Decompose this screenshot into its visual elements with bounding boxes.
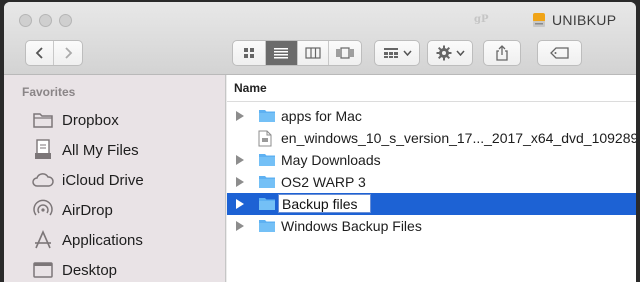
- list-view-button[interactable]: [265, 41, 298, 65]
- file-list: Name apps for Mac en_windows_10_s_versio…: [227, 75, 636, 282]
- arrange-button[interactable]: [374, 40, 420, 66]
- share-button[interactable]: [483, 40, 521, 66]
- list-row-may-downloads[interactable]: May Downloads: [227, 149, 636, 171]
- file-name: May Downloads: [281, 152, 381, 168]
- window-title: UNIBKUP: [532, 11, 616, 29]
- desktop-icon: [32, 259, 54, 281]
- folder-icon: [258, 196, 276, 216]
- folder-icon: [258, 218, 276, 238]
- sidebar-item-applications[interactable]: Applications: [4, 227, 225, 253]
- sidebar-item-label: AirDrop: [62, 201, 113, 219]
- chevron-left-icon: [35, 47, 43, 59]
- column-view-button[interactable]: [298, 41, 329, 65]
- tag-icon: [549, 47, 569, 59]
- disclosure-triangle-icon[interactable]: [236, 155, 244, 165]
- back-button[interactable]: [26, 41, 55, 65]
- sidebar: Favorites Dropbox All My Files iCloud Dr…: [4, 75, 226, 282]
- window-title-text: UNIBKUP: [552, 12, 617, 28]
- view-mode-control: [232, 40, 362, 66]
- cloud-icon: [32, 169, 54, 191]
- back-forward-control: [25, 40, 83, 66]
- chevron-right-icon: [65, 47, 73, 59]
- sidebar-item-label: Dropbox: [62, 111, 119, 129]
- action-button[interactable]: [427, 40, 473, 66]
- close-button[interactable]: [19, 14, 32, 27]
- list-row-windows-backup-files[interactable]: Windows Backup Files: [227, 215, 636, 237]
- folder-icon: [258, 108, 276, 128]
- file-name: apps for Mac: [281, 108, 362, 124]
- sidebar-item-label: Applications: [62, 231, 143, 249]
- forward-button[interactable]: [54, 41, 82, 65]
- sidebar-item-all-my-files[interactable]: All My Files: [4, 137, 225, 163]
- disclosure-triangle-icon[interactable]: [236, 199, 244, 209]
- minimize-button[interactable]: [39, 14, 52, 27]
- disclosure-triangle-icon[interactable]: [236, 177, 244, 187]
- list-row-backup-files[interactable]: [227, 193, 636, 215]
- file-name: en_windows_10_s_version_17..._2017_x64_d…: [281, 130, 636, 146]
- sidebar-item-label: Desktop: [62, 261, 118, 279]
- column-header-label: Name: [234, 81, 267, 95]
- sidebar-item-label: All My Files: [62, 141, 139, 159]
- watermark: gP: [474, 14, 489, 25]
- icon-view-icon: [243, 48, 254, 58]
- finder-window: UNIBKUP gP Favorites Dropbox All My File…: [4, 2, 636, 282]
- drive-icon: [533, 13, 545, 27]
- cover-flow-view-button[interactable]: [329, 41, 361, 65]
- icon-view-button[interactable]: [233, 41, 266, 65]
- disclosure-triangle-icon[interactable]: [236, 111, 244, 121]
- toolbar: UNIBKUP gP: [4, 2, 636, 75]
- arrange-grid-icon: [383, 48, 398, 58]
- all-files-icon: [32, 139, 54, 161]
- column-view-icon: [305, 47, 321, 59]
- list-row-os2-warp-3[interactable]: OS2 WARP 3: [227, 171, 636, 193]
- zoom-button[interactable]: [59, 14, 72, 27]
- list-view-icon: [274, 48, 289, 59]
- rename-input[interactable]: [278, 194, 371, 213]
- column-header-name[interactable]: Name: [227, 75, 636, 102]
- file-name: OS2 WARP 3: [281, 174, 366, 190]
- list-row-apps-for-mac[interactable]: apps for Mac: [227, 105, 636, 127]
- folder-icon: [258, 152, 276, 172]
- cover-flow-view-icon: [336, 47, 354, 59]
- share-icon: [496, 45, 508, 61]
- disclosure-triangle-icon[interactable]: [236, 221, 244, 231]
- sidebar-item-label: iCloud Drive: [62, 171, 144, 189]
- list-row-iso-file[interactable]: en_windows_10_s_version_17..._2017_x64_d…: [227, 127, 636, 149]
- folder-icon: [258, 174, 276, 194]
- airdrop-icon: [32, 199, 54, 221]
- chevron-down-icon: [402, 50, 412, 56]
- file-name: Windows Backup Files: [281, 218, 422, 234]
- favorites-heading: Favorites: [22, 85, 76, 99]
- sidebar-item-dropbox[interactable]: Dropbox: [4, 107, 225, 133]
- applications-icon: [32, 229, 54, 251]
- sidebar-item-icloud-drive[interactable]: iCloud Drive: [4, 167, 225, 193]
- chevron-down-icon: [455, 50, 465, 56]
- gear-icon: [436, 45, 451, 61]
- sidebar-item-desktop[interactable]: Desktop: [4, 257, 225, 282]
- tag-button[interactable]: [537, 40, 582, 66]
- folder-icon: [32, 109, 54, 131]
- sidebar-item-airdrop[interactable]: AirDrop: [4, 197, 225, 223]
